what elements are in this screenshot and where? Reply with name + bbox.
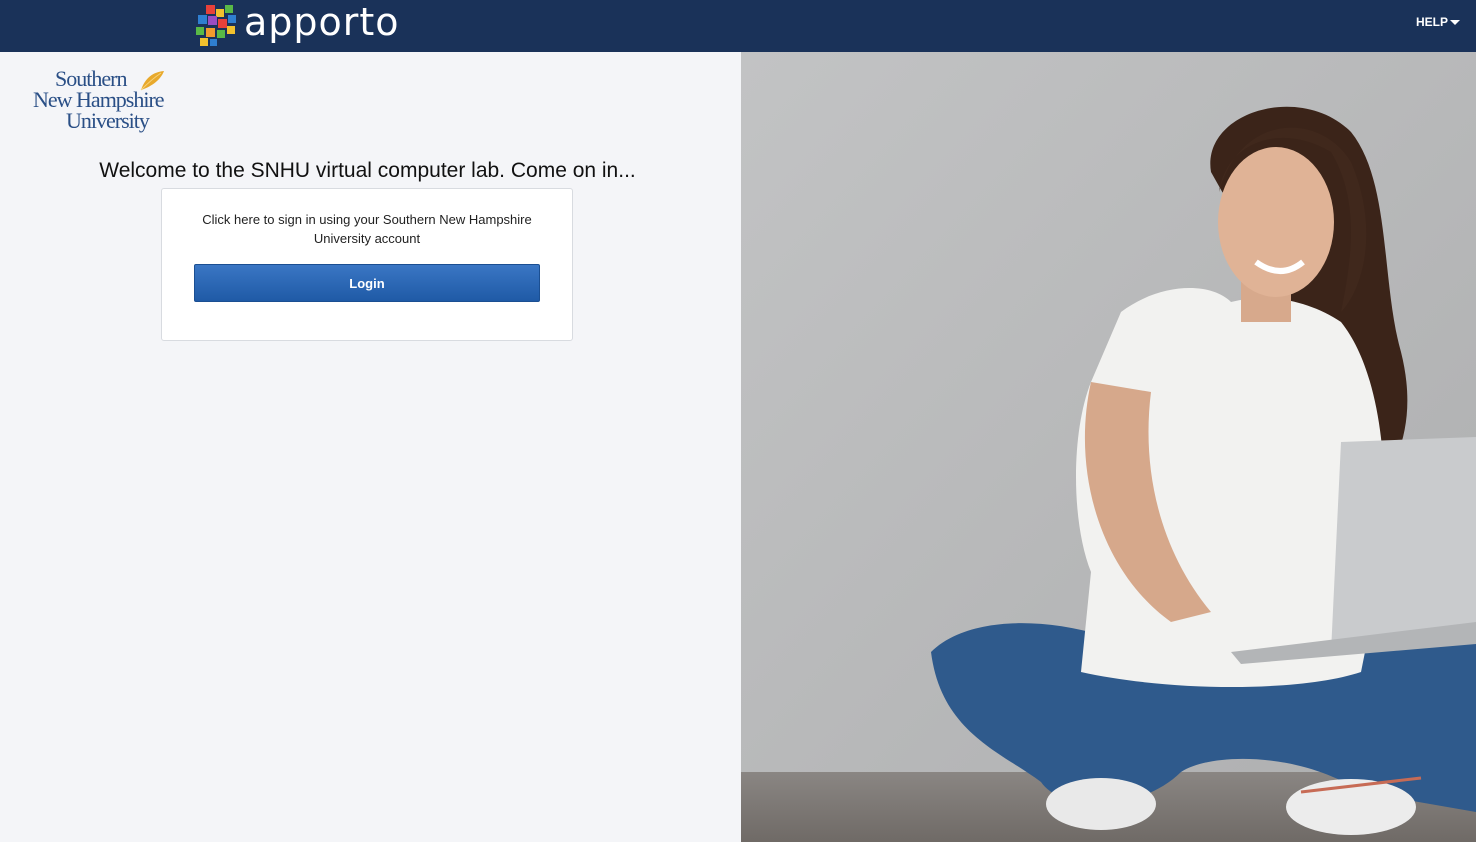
login-button[interactable]: Login [194,264,540,302]
welcome-heading: Welcome to the SNHU virtual computer lab… [99,159,636,182]
apporto-cubes-icon [196,5,236,46]
left-shoe [1046,778,1156,830]
login-card: Click here to sign in using your Souther… [161,188,573,341]
help-menu[interactable]: HELP [1416,15,1460,29]
login-panel: Southern New Hampshire University Welcom… [0,52,741,842]
help-label: HELP [1415,15,1448,29]
face [1218,147,1334,297]
top-navigation-bar: apporto HELP [0,0,1476,52]
login-instruction: Click here to sign in using your Souther… [202,212,532,246]
leaf-icon [140,71,164,91]
laptop-screen [1331,437,1476,652]
snhu-logo-line2: New Hampshire [33,87,165,112]
brand-name: apporto [244,0,400,44]
hero-photo-student-with-laptop [741,52,1476,842]
hero-illustration [741,52,1476,842]
apporto-logo[interactable]: apporto [194,0,400,52]
caret-down-icon [1450,20,1460,25]
snhu-logo-line3: University [66,108,150,133]
snhu-logo: Southern New Hampshire University [33,68,173,138]
